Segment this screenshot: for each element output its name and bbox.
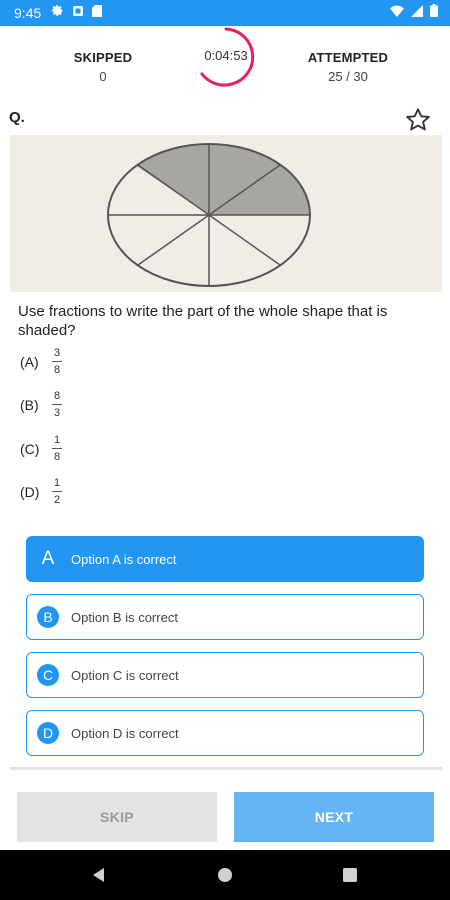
choice-text: Option B is correct [71, 609, 178, 625]
fraction-numerator: 3 [53, 347, 61, 359]
back-icon[interactable] [89, 865, 109, 885]
next-button[interactable]: NEXT [234, 792, 434, 842]
option-fraction: 1 2 [52, 477, 62, 506]
choice-letter: A [41, 548, 55, 569]
choice-letter: D [37, 722, 59, 744]
choice-text: Option D is correct [71, 725, 179, 741]
question-image [10, 135, 442, 292]
option-label: (C) [20, 440, 40, 457]
skipped-label: SKIPPED [73, 50, 133, 65]
choice-a-button[interactable]: A Option A is correct [26, 536, 424, 582]
notification-icon [72, 4, 84, 22]
choice-b-button[interactable]: B Option B is correct [26, 594, 424, 640]
fraction-numerator: 8 [53, 390, 61, 402]
choice-text: Option A is correct [71, 551, 177, 567]
signal-icon [411, 4, 423, 22]
sd-card-icon [92, 4, 103, 22]
answer-option-c: (C) 1 8 [20, 434, 62, 463]
skipped-count: 0 [99, 69, 107, 84]
question-text: Use fractions to write the part of the w… [18, 303, 388, 339]
answer-option-b: (B) 8 3 [20, 390, 62, 419]
bookmark-star-icon[interactable] [404, 106, 432, 134]
fraction-bar [52, 361, 62, 362]
home-icon[interactable] [215, 865, 235, 885]
answer-option-a: (A) 3 8 [20, 347, 62, 376]
answer-option-d: (D) 1 2 [20, 477, 62, 506]
choice-text: Option C is correct [71, 667, 179, 683]
attempted-stat: ATTEMPTED 25 / 30 [273, 50, 423, 84]
option-label: (A) [20, 353, 39, 370]
attempted-label: ATTEMPTED [307, 50, 389, 65]
fraction-bar [52, 448, 62, 449]
divider [10, 767, 442, 770]
attempted-count: 25 / 30 [328, 69, 368, 84]
option-fraction: 3 8 [52, 347, 62, 376]
fraction-bar [52, 404, 62, 405]
choice-letter: C [37, 664, 59, 686]
status-time: 9:45 [14, 5, 42, 21]
timer-text: 0:04:53 [204, 48, 248, 63]
skip-button[interactable]: SKIP [17, 792, 217, 842]
question-label: Q. [9, 109, 25, 126]
fraction-denominator: 2 [53, 494, 61, 506]
quiz-header: SKIPPED 0 0:04:53 ATTEMPTED 25 / 30 [0, 26, 450, 98]
skipped-stat: SKIPPED 0 [28, 50, 178, 84]
option-label: (D) [20, 483, 40, 500]
choice-letter: B [37, 606, 59, 628]
choice-d-button[interactable]: D Option D is correct [26, 710, 424, 756]
fraction-numerator: 1 [53, 477, 61, 489]
option-fraction: 8 3 [52, 390, 62, 419]
recents-icon[interactable] [340, 865, 360, 885]
wifi-icon [390, 4, 404, 22]
fraction-bar [52, 491, 62, 492]
option-fraction: 1 8 [52, 434, 62, 463]
choice-c-button[interactable]: C Option C is correct [26, 652, 424, 698]
fraction-numerator: 1 [53, 434, 61, 446]
battery-icon [430, 4, 438, 22]
status-bar: 9:45 [0, 0, 450, 26]
fraction-denominator: 8 [53, 364, 61, 376]
navigation-bar [0, 850, 450, 900]
fraction-denominator: 8 [53, 451, 61, 463]
fraction-denominator: 3 [53, 407, 61, 419]
settings-icon [51, 4, 64, 22]
option-label: (B) [20, 396, 39, 413]
countdown-timer: 0:04:53 [194, 26, 258, 90]
